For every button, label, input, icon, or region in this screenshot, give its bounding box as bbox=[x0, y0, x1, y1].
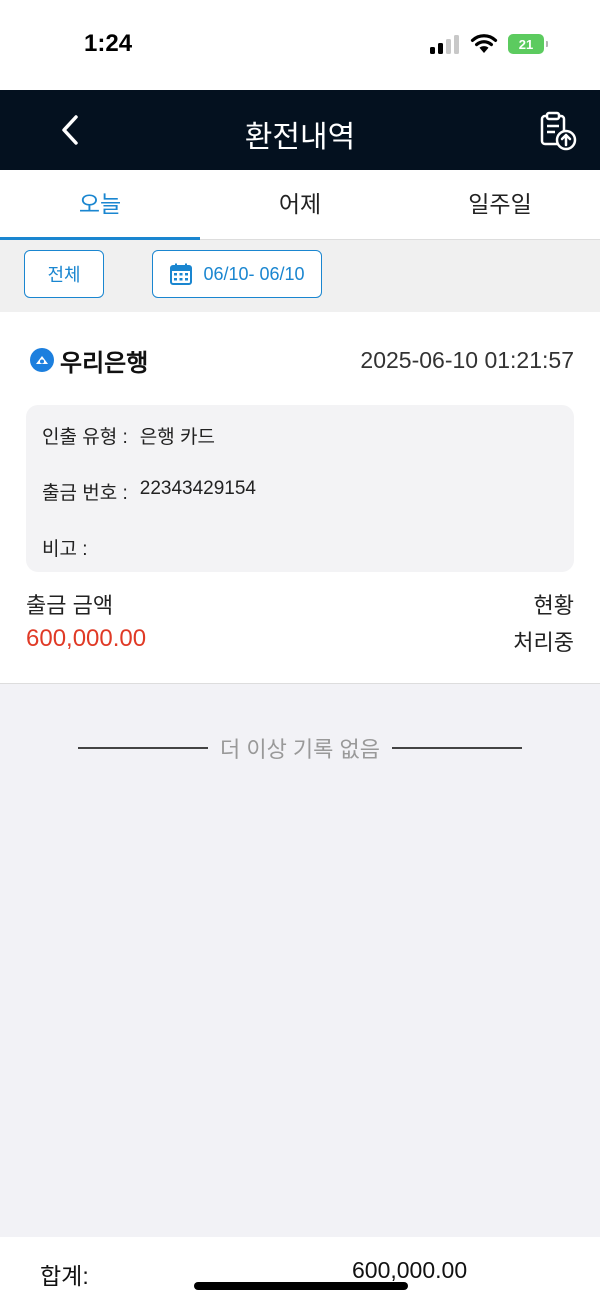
filter-bar: 전체 06/10- 06/10 bbox=[0, 240, 600, 312]
bank-logo-icon bbox=[30, 348, 54, 372]
detail-label: 비고 : bbox=[42, 539, 88, 560]
detail-label: 인출 유형 : bbox=[42, 427, 128, 448]
detail-withdraw-type: 인출 유형 : 은행 카드 bbox=[42, 422, 215, 449]
filter-all-label: 전체 bbox=[47, 265, 81, 285]
battery-level: 21 bbox=[518, 36, 534, 52]
bank-name-text: 우리은행 bbox=[60, 349, 149, 377]
total-label: 합계: bbox=[40, 1263, 89, 1289]
nav-bar: 환전내역 bbox=[0, 90, 600, 170]
wifi-icon bbox=[470, 34, 498, 53]
home-indicator[interactable] bbox=[194, 1282, 408, 1290]
no-more-records-note: 더 이상 기록 없음 bbox=[78, 732, 522, 764]
amount-value: 600,000.00 bbox=[26, 625, 147, 652]
page-title: 환전내역 bbox=[244, 121, 356, 154]
detail-value: 은행 카드 bbox=[139, 427, 215, 448]
tab-week[interactable]: 일주일 bbox=[400, 170, 600, 239]
detail-remark: 비고 : bbox=[42, 534, 100, 561]
cellular-signal-icon bbox=[430, 34, 462, 54]
record-details: 인출 유형 : 은행 카드 출금 번호 : 22343429154 비고 : bbox=[26, 405, 574, 572]
status-bar: 1:24 21 bbox=[0, 0, 600, 90]
battery-icon: 21 bbox=[508, 34, 548, 54]
tab-yesterday[interactable]: 어제 bbox=[200, 170, 400, 239]
record-header: 우리은행 2025-06-10 01:21:57 bbox=[30, 342, 574, 378]
amount-label: 출금 금액 bbox=[26, 593, 114, 618]
detail-value: 22343429154 bbox=[139, 478, 257, 499]
total-value: 600,000.00 bbox=[352, 1257, 468, 1283]
status-label: 현황 bbox=[533, 593, 574, 618]
date-range-label: 06/10- 06/10 bbox=[203, 263, 305, 284]
date-range-button[interactable]: 06/10- 06/10 bbox=[152, 250, 322, 298]
status-time: 1:24 bbox=[84, 30, 133, 57]
bank-name: 우리은행 bbox=[30, 343, 148, 378]
tab-today[interactable]: 오늘 bbox=[0, 170, 200, 240]
total-footer: 합계: 600,000.00 bbox=[0, 1237, 600, 1301]
status-value: 처리중 bbox=[513, 630, 574, 655]
date-tabs: 오늘 어제 일주일 bbox=[0, 170, 600, 240]
no-more-records-text: 더 이상 기록 없음 bbox=[219, 737, 381, 762]
record-datetime: 2025-06-10 01:21:57 bbox=[360, 346, 574, 373]
divider-line bbox=[392, 747, 522, 749]
filter-all-button[interactable]: 전체 bbox=[24, 250, 104, 298]
detail-label: 출금 번호 : bbox=[42, 483, 128, 504]
detail-withdraw-number: 출금 번호 : 22343429154 bbox=[42, 478, 256, 505]
calendar-icon bbox=[170, 263, 193, 285]
withdrawal-record-card[interactable]: 우리은행 2025-06-10 01:21:57 인출 유형 : 은행 카드 출… bbox=[0, 312, 600, 684]
clipboard-upload-icon[interactable] bbox=[536, 110, 578, 152]
divider-line bbox=[78, 747, 208, 749]
